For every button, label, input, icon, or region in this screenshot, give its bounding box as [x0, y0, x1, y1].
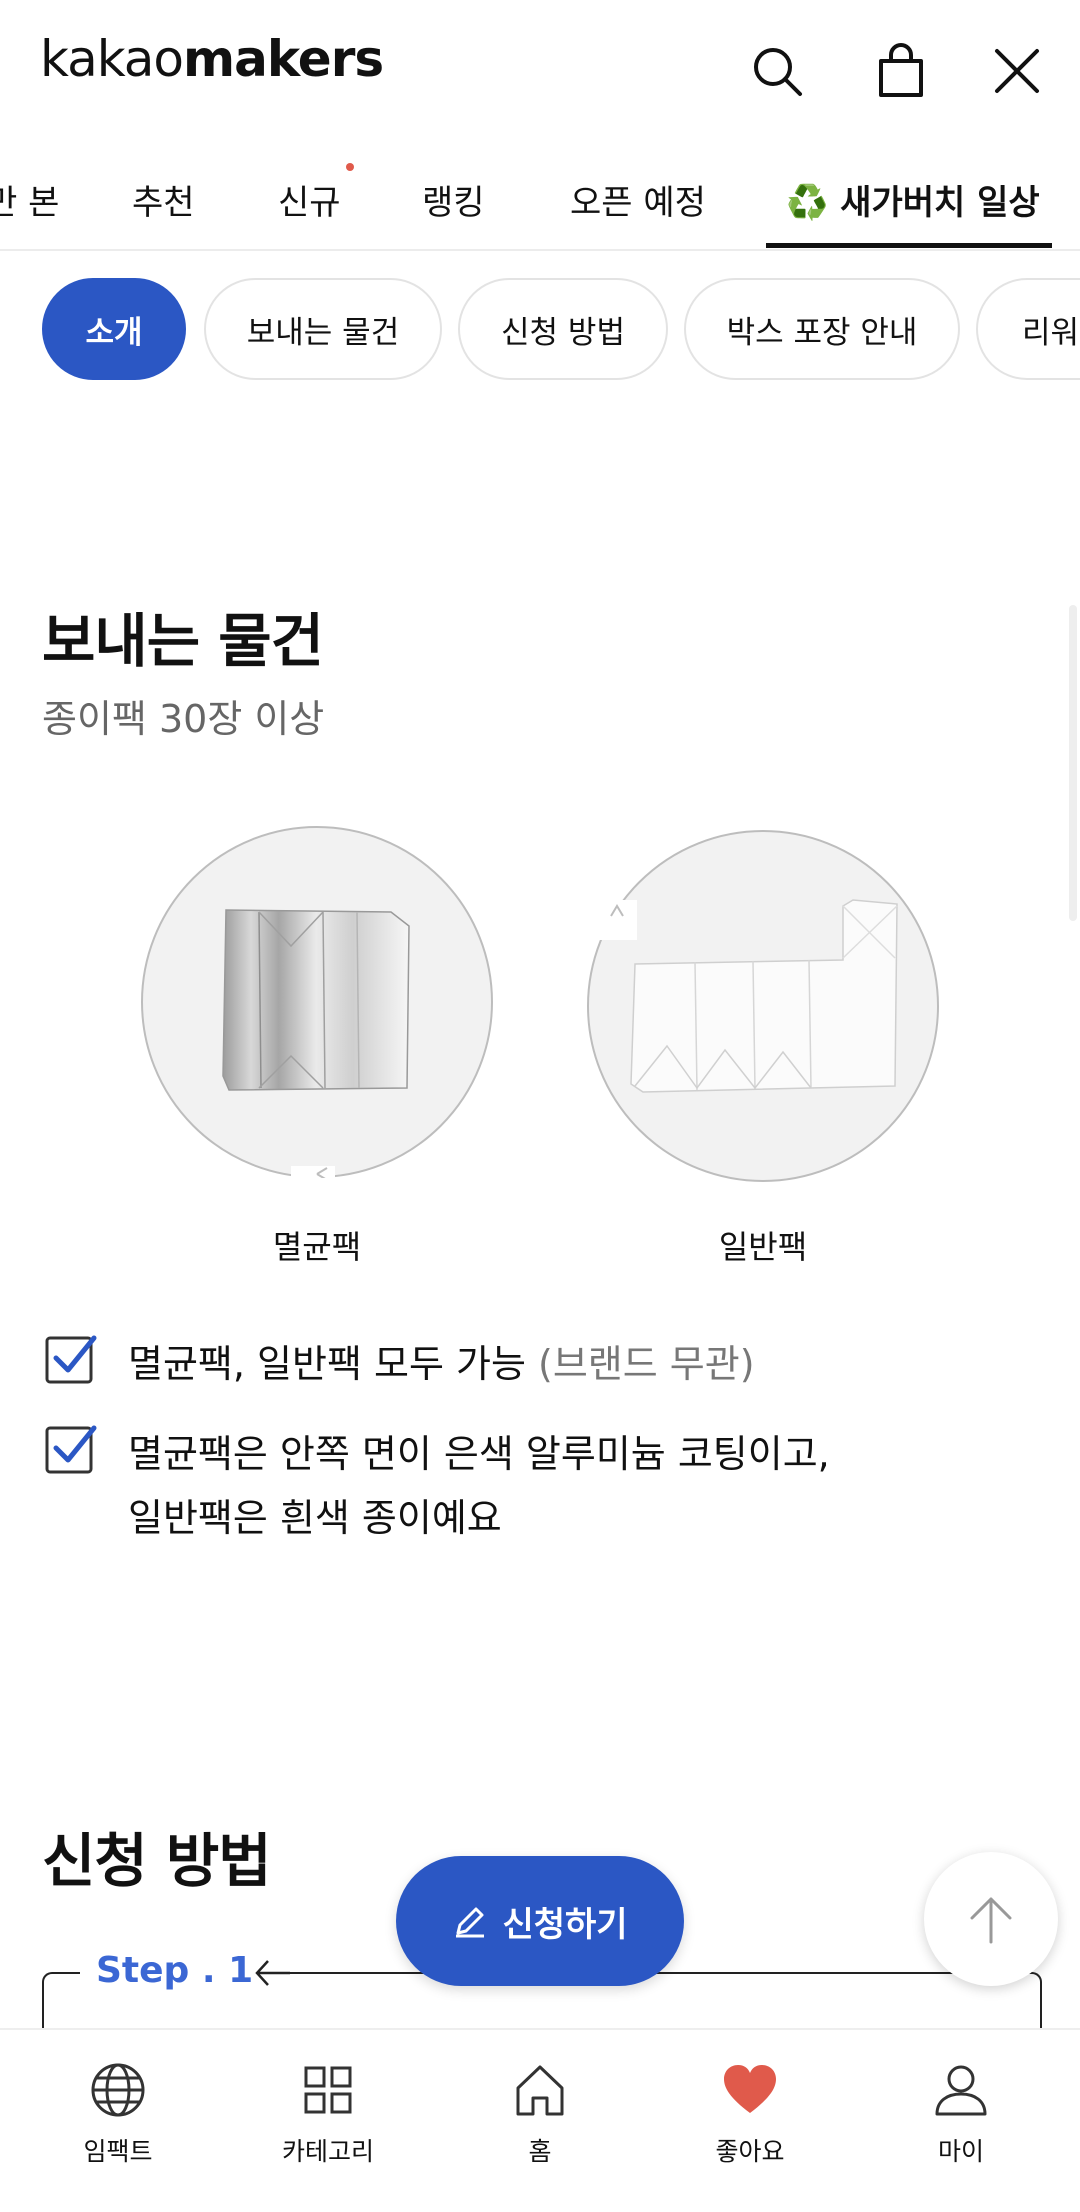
- search-icon[interactable]: [746, 40, 808, 102]
- apply-button[interactable]: 신청하기: [396, 1856, 684, 1986]
- section-chips: 소개 보내는 물건 신청 방법 박스 포장 안내 리워: [0, 278, 1080, 384]
- user-icon: [935, 2065, 987, 2116]
- nav-label-category: 카테고리: [281, 2137, 374, 2166]
- section-subtitle: 종이팩 30장 이상: [42, 697, 325, 741]
- nav-label-impact: 임팩트: [83, 2137, 153, 2166]
- home-icon: [516, 2065, 564, 2116]
- new-badge-dot: [346, 163, 354, 171]
- active-tab-indicator: [766, 243, 1052, 248]
- chip-reward[interactable]: 리워: [976, 278, 1080, 380]
- chip-how-to-apply[interactable]: 신청 방법: [458, 278, 668, 380]
- nav-likes[interactable]: 좋아요: [675, 2060, 825, 2168]
- pack-label-general: 일반팩: [718, 1228, 808, 1266]
- checkbox-checked-icon: [45, 1335, 97, 1384]
- apply-button-label: 신청하기: [502, 1904, 628, 1945]
- general-pack-image: [587, 830, 939, 1182]
- kakaomakers-logo[interactable]: kakaomakers: [40, 30, 384, 88]
- close-icon[interactable]: [986, 40, 1048, 102]
- tab-new-value-daily[interactable]: ♻️ 새가버치 일상: [786, 175, 1040, 224]
- tab-recommend[interactable]: 추천: [132, 175, 195, 224]
- check-text-1-main: 멸균팩, 일반팩 모두 가능: [128, 1342, 526, 1386]
- check-text-1-note: (브랜드 무관): [538, 1342, 755, 1386]
- tab-open-soon[interactable]: 오픈 예정: [570, 175, 706, 224]
- logo-text-kakao: kakao: [40, 30, 184, 88]
- check-item-1: 멸균팩, 일반팩 모두 가능 (브랜드 무관): [44, 1332, 755, 1396]
- pencil-icon: [456, 1907, 485, 1938]
- apply-section-title: 신청 방법: [42, 1827, 272, 1895]
- chip-items-to-send[interactable]: 보내는 물건: [204, 278, 442, 380]
- tab-new[interactable]: 신규: [278, 175, 341, 224]
- shopping-bag-icon[interactable]: [870, 40, 932, 102]
- check-text-1: 멸균팩, 일반팩 모두 가능 (브랜드 무관): [128, 1332, 755, 1396]
- arrow-left-icon: [255, 1960, 290, 1986]
- grid-icon: [304, 2066, 352, 2114]
- nav-impact[interactable]: 임팩트: [43, 2060, 193, 2168]
- arrow-up-icon: [970, 1897, 1012, 1944]
- nav-category[interactable]: 카테고리: [253, 2060, 403, 2168]
- heart-icon: [724, 2065, 776, 2113]
- nav-home[interactable]: 홈: [465, 2060, 615, 2168]
- tab-ranking[interactable]: 랭킹: [422, 175, 485, 224]
- category-tabs: 만 본 추천 신규 랭킹 오픈 예정 ♻️ 새가버치 일상: [0, 145, 1080, 251]
- sterilized-pack-image: [141, 826, 493, 1181]
- check-item-2: 멸균팩은 안쪽 면이 은색 알루미늄 코팅이고, 일반팩은 흰색 종이예요: [44, 1422, 830, 1550]
- check-text-2-line1: 멸균팩은 안쪽 면이 은색 알루미늄 코팅이고,: [128, 1432, 830, 1476]
- logo-text-makers: makers: [183, 30, 384, 88]
- tab-must-see[interactable]: 만 본: [0, 175, 59, 224]
- nav-label-home: 홈: [528, 2137, 552, 2166]
- section-title: 보내는 물건: [42, 607, 324, 675]
- scroll-to-top-button[interactable]: [924, 1852, 1058, 1986]
- checkbox-checked-icon: [45, 1425, 97, 1474]
- chip-intro[interactable]: 소개: [42, 278, 186, 380]
- pack-label-sterilized: 멸균팩: [272, 1228, 362, 1266]
- scrollbar[interactable]: [1069, 605, 1077, 921]
- step-label: Step . 1: [80, 1950, 270, 1991]
- app-header: kakaomakers: [0, 0, 1080, 140]
- nav-label-my: 마이: [937, 2137, 984, 2166]
- chip-box-packing-guide[interactable]: 박스 포장 안내: [684, 278, 960, 380]
- globe-icon: [91, 2063, 145, 2117]
- check-text-2-line2: 일반팩은 흰색 종이예요: [128, 1496, 502, 1540]
- bottom-nav: 임팩트 카테고리 홈 좋아요 마이: [0, 2028, 1080, 2212]
- check-text-2: 멸균팩은 안쪽 면이 은색 알루미늄 코팅이고, 일반팩은 흰색 종이예요: [128, 1422, 830, 1550]
- nav-label-likes: 좋아요: [715, 2137, 785, 2166]
- nav-my[interactable]: 마이: [886, 2060, 1036, 2168]
